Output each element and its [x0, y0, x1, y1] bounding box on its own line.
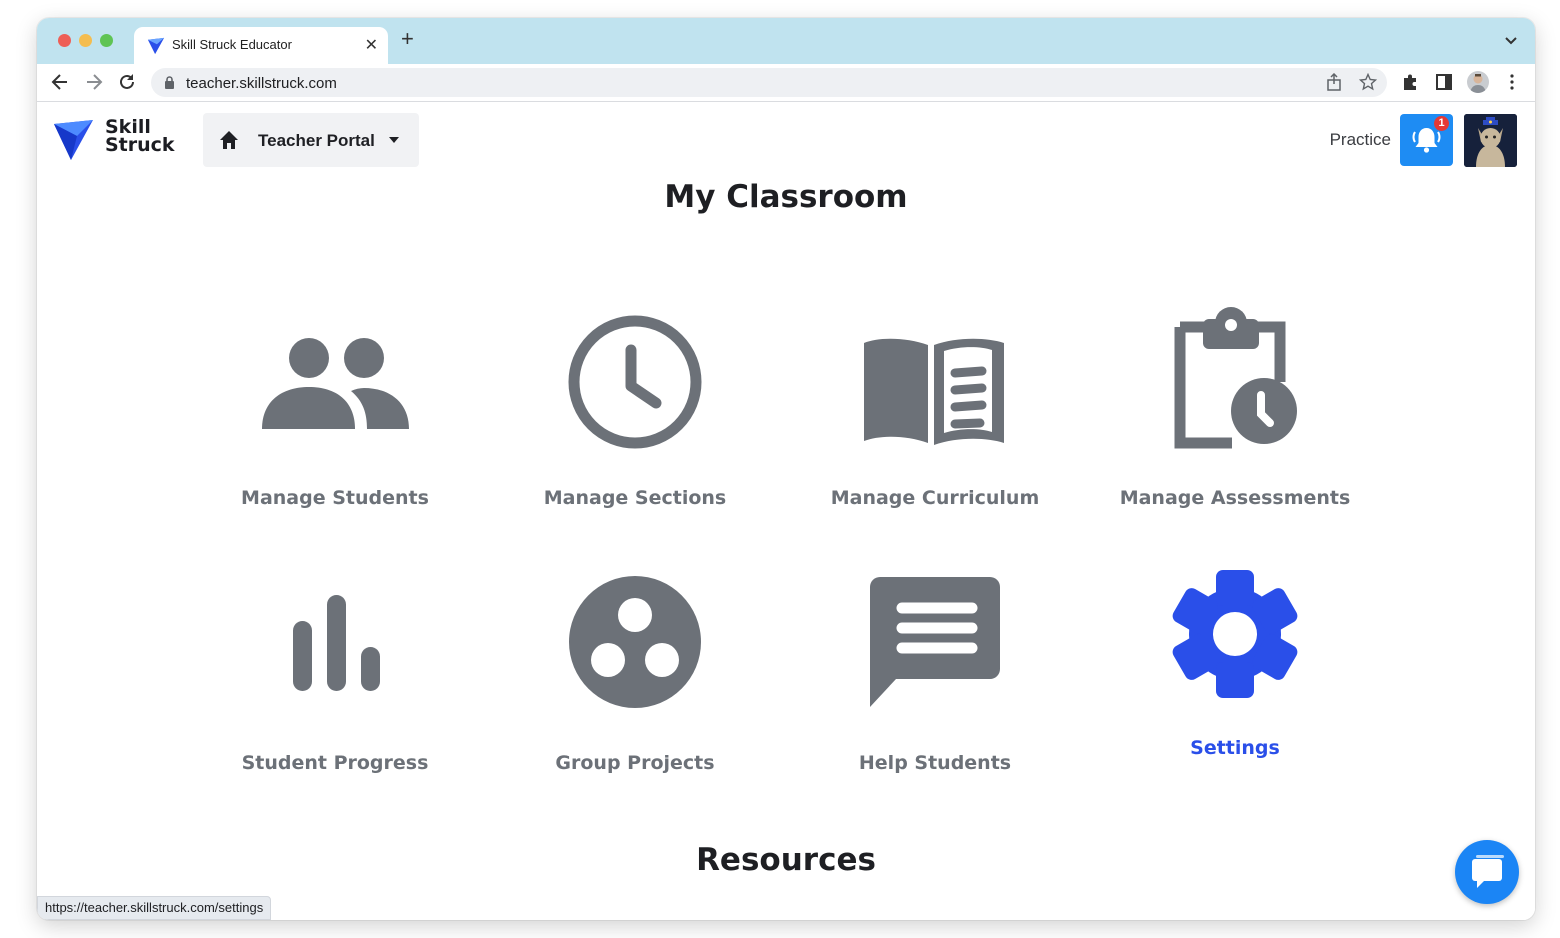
chat-button[interactable] [1455, 840, 1519, 904]
address-bar[interactable]: teacher.skillstruck.com [151, 68, 1387, 97]
skillstruck-logo-icon [54, 120, 93, 160]
people-icon [262, 338, 409, 429]
browser-menu-icon[interactable] [1503, 73, 1521, 91]
clipboard-clock-icon [1174, 307, 1297, 449]
url-text: teacher.skillstruck.com [186, 75, 337, 92]
browser-toolbar: teacher.skillstruck.com [37, 64, 1535, 102]
portal-label: Teacher Portal [258, 131, 375, 150]
card-group-projects[interactable]: Group Projects [505, 576, 765, 802]
notification-badge: 1 [1434, 116, 1449, 131]
logo-wordmark: Skill Struck [105, 118, 175, 156]
skillstruck-favicon-icon [147, 37, 165, 55]
chat-bubble-icon [1472, 855, 1504, 888]
bookmark-star-icon[interactable] [1359, 73, 1377, 91]
extensions-puzzle-icon[interactable] [1401, 73, 1419, 91]
notifications-button[interactable]: 1 [1400, 114, 1453, 166]
close-tab-icon[interactable]: ✕ [365, 35, 378, 55]
resources-title: Resources [696, 842, 876, 878]
tab-strip: Skill Struck Educator ✕ + [37, 18, 1535, 64]
card-label: Manage Students [241, 487, 429, 509]
card-manage-students[interactable]: Manage Students [205, 317, 465, 537]
group-circles-icon [569, 576, 701, 708]
reload-icon[interactable] [117, 72, 137, 92]
share-icon[interactable] [1325, 73, 1343, 91]
logo-line-2: Struck [105, 134, 175, 156]
card-label: Manage Assessments [1119, 487, 1351, 509]
book-icon [864, 338, 1004, 445]
browser-tab[interactable]: Skill Struck Educator ✕ [134, 27, 388, 64]
maximize-window-button[interactable] [100, 34, 113, 47]
tab-search-chevron-icon[interactable] [1503, 32, 1519, 48]
practice-link[interactable]: Practice [1330, 130, 1391, 150]
skillstruck-logo[interactable]: Skill Struck [53, 118, 183, 162]
card-manage-curriculum[interactable]: Manage Curriculum [805, 317, 1065, 537]
gear-icon [1172, 570, 1298, 698]
card-label: Manage Sections [543, 487, 727, 509]
close-window-button[interactable] [58, 34, 71, 47]
side-panel-icon[interactable] [1435, 73, 1453, 91]
home-icon [220, 131, 238, 149]
back-arrow-icon[interactable] [50, 72, 70, 92]
forward-arrow-icon[interactable] [84, 72, 104, 92]
card-manage-assessments[interactable]: Manage Assessments [1105, 307, 1365, 537]
teacher-portal-dropdown[interactable]: Teacher Portal [203, 113, 419, 167]
card-label: Student Progress [241, 752, 429, 774]
user-avatar[interactable] [1464, 114, 1517, 167]
card-label: Manage Curriculum [830, 487, 1040, 509]
bar-chart-icon [293, 595, 380, 691]
card-label: Help Students [858, 752, 1012, 774]
card-help-students[interactable]: Help Students [805, 577, 1065, 802]
clock-icon [568, 315, 702, 449]
lock-icon[interactable] [164, 76, 175, 89]
page-title: My Classroom [664, 179, 908, 215]
new-tab-button[interactable]: + [401, 28, 414, 50]
card-student-progress[interactable]: Student Progress [205, 582, 465, 802]
card-settings[interactable]: Settings [1105, 567, 1365, 787]
browser-window: Skill Struck Educator ✕ + teacher.skills… [37, 18, 1535, 920]
minimize-window-button[interactable] [79, 34, 92, 47]
tab-title: Skill Struck Educator [172, 37, 292, 52]
card-label: Group Projects [555, 752, 715, 774]
page-content: Skill Struck Teacher Portal Practice 1 M… [37, 102, 1535, 920]
message-icon [870, 577, 1000, 707]
caret-down-icon [389, 137, 399, 143]
browser-profile-avatar[interactable] [1467, 71, 1489, 93]
card-label: Settings [1190, 737, 1280, 759]
cat-avatar-icon [1464, 114, 1517, 167]
link-status-bar: https://teacher.skillstruck.com/settings [37, 896, 272, 920]
card-manage-sections[interactable]: Manage Sections [505, 315, 765, 537]
